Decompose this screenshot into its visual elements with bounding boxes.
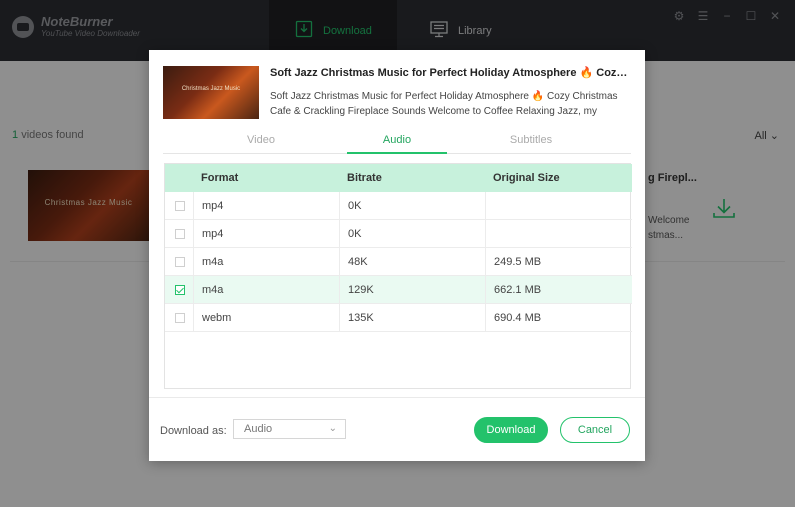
table-row[interactable]: webm 135K 690.4 MB — [165, 304, 632, 332]
format-cell: webm — [193, 304, 339, 332]
table-header: Format Bitrate Original Size — [165, 164, 632, 192]
bitrate-cell: 0K — [339, 220, 485, 248]
bitrate-cell: 0K — [339, 192, 485, 220]
table-row[interactable]: mp4 0K — [165, 192, 632, 220]
chevron-down-icon: ⌄ — [328, 423, 337, 434]
dialog-video-description: Soft Jazz Christmas Music for Perfect Ho… — [270, 91, 618, 117]
format-cell: m4a — [193, 248, 339, 276]
size-cell: 662.1 MB — [485, 276, 632, 304]
row-checkbox[interactable] — [175, 229, 185, 239]
format-cell: mp4 — [193, 192, 339, 220]
size-cell — [485, 220, 632, 248]
format-tabs: Video Audio Subtitles — [163, 128, 631, 154]
size-cell: 690.4 MB — [485, 304, 632, 332]
format-cell: mp4 — [193, 220, 339, 248]
column-header-original-size: Original Size — [493, 172, 560, 184]
size-cell — [485, 192, 632, 220]
format-table: Format Bitrate Original Size mp4 0K mp4 … — [164, 163, 632, 389]
bitrate-cell: 48K — [339, 248, 485, 276]
row-checkbox[interactable] — [175, 257, 185, 267]
download-button[interactable]: Download — [474, 417, 548, 443]
download-options-dialog: Christmas Jazz Music Soft Jazz Christmas… — [149, 50, 645, 461]
tab-audio[interactable]: Audio — [347, 134, 447, 146]
active-tab-indicator — [347, 152, 447, 154]
table-row-selected[interactable]: m4a 129K 662.1 MB — [165, 276, 632, 304]
download-as-label: Download as: — [160, 425, 227, 437]
row-checkbox-checked[interactable] — [175, 285, 185, 295]
row-checkbox[interactable] — [175, 313, 185, 323]
row-checkbox[interactable] — [175, 201, 185, 211]
table-row[interactable]: m4a 48K 249.5 MB — [165, 248, 632, 276]
dialog-video-title: Soft Jazz Christmas Music for Perfect Ho… — [270, 67, 632, 79]
size-cell: 249.5 MB — [485, 248, 632, 276]
bitrate-cell: 129K — [339, 276, 485, 304]
download-as-select[interactable]: Audio ⌄ — [233, 419, 346, 439]
cancel-button[interactable]: Cancel — [560, 417, 630, 443]
bitrate-cell: 135K — [339, 304, 485, 332]
dialog-footer: Download as: Audio ⌄ Download Cancel — [149, 397, 645, 461]
column-header-format: Format — [201, 172, 239, 184]
table-row[interactable]: mp4 0K — [165, 220, 632, 248]
dialog-video-thumbnail: Christmas Jazz Music — [163, 66, 259, 119]
tab-subtitles[interactable]: Subtitles — [481, 134, 581, 146]
format-cell: m4a — [193, 276, 339, 304]
tab-video[interactable]: Video — [211, 134, 311, 146]
column-header-bitrate: Bitrate — [347, 172, 382, 184]
